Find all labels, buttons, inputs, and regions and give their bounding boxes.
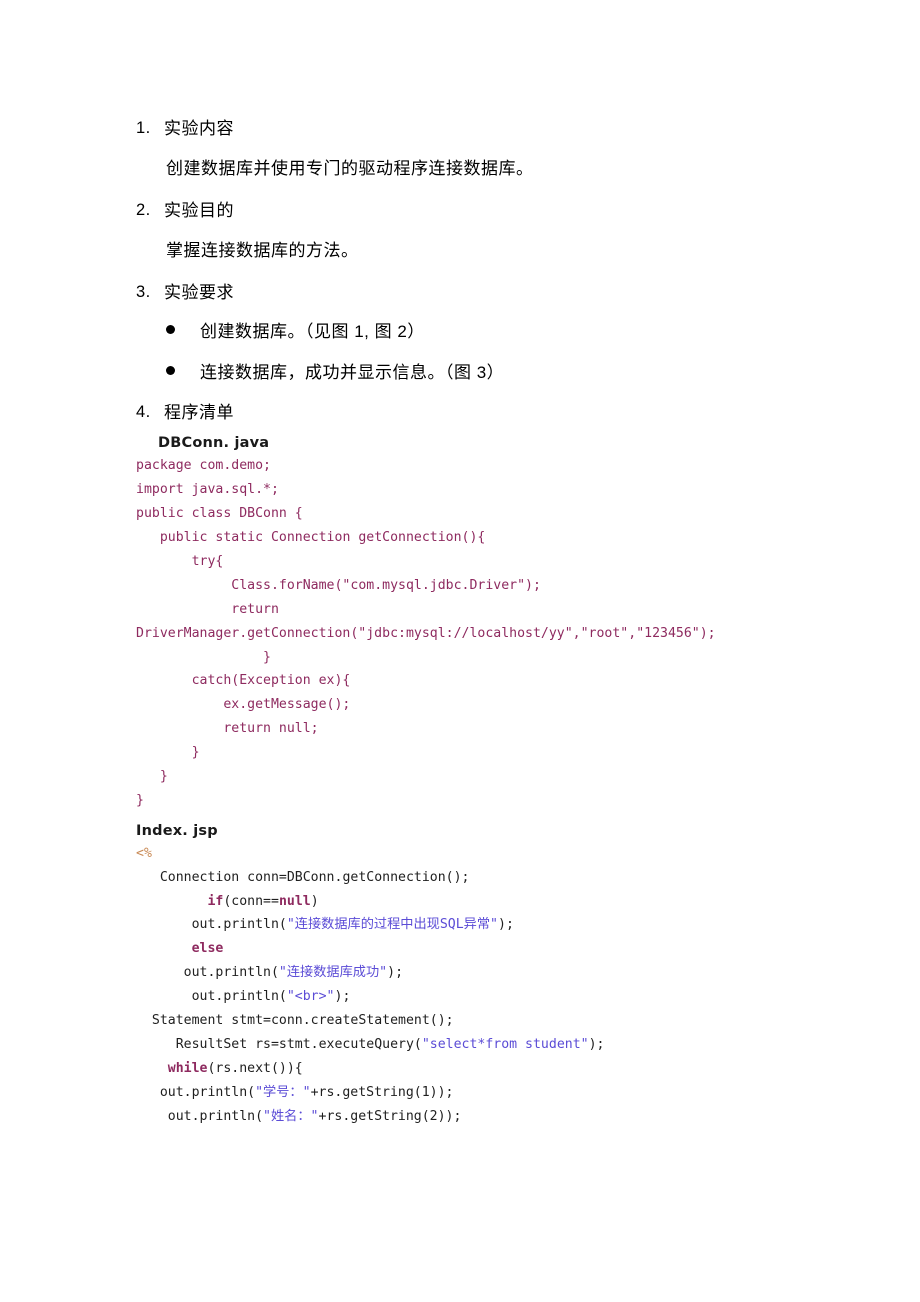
code-line: } [136,792,144,808]
code-line: out.println("姓名："+rs.getString(2)); [136,1108,462,1124]
code-line: while(rs.next()){ [167,1060,303,1076]
document-content: 1. 实验内容 创建数据库并使用专门的驱动程序连接数据库。 2. 实验目的 掌握… [136,118,836,1132]
code-line: ex.getMessage(); [136,697,351,713]
code-line: Statement stmt=conn.createStatement(); [136,1012,454,1028]
code-line: } [136,768,168,784]
section-heading-4: 4. 程序清单 [136,402,836,424]
code-line: else [191,941,224,957]
document-page: 1. 实验内容 创建数据库并使用专门的驱动程序连接数据库。 2. 实验目的 掌握… [0,0,920,1302]
list-item: 创建数据库。（见图 1, 图 2） [166,321,836,343]
code-listing-filename-index: Index. jsp [136,822,218,839]
code-line: DriverManager.getConnection("jdbc:mysql:… [136,625,716,641]
section-title: 实验要求 [164,282,234,302]
section-marker: 4. [136,402,151,421]
code-line: try{ [136,553,224,569]
code-line: } [136,745,200,761]
code-line: catch(Exception ex){ [136,673,351,689]
section-title: 实验目的 [164,200,234,220]
list-item: 连接数据库，成功并显示信息。（图 3） [166,362,836,384]
section-heading-2: 2. 实验目的 [136,200,836,222]
code-line: } [136,649,271,665]
code-line: if(conn==null) [207,893,319,909]
section-title: 程序清单 [164,402,234,422]
section-body-1: 创建数据库并使用专门的驱动程序连接数据库。 [166,158,534,178]
bullet-icon [166,362,200,384]
section-heading-3: 3. 实验要求 [136,282,836,304]
section-marker: 3. [136,282,151,301]
code-line: out.println("学号："+rs.getString(1)); [136,1084,454,1100]
section-body-2: 掌握连接数据库的方法。 [166,240,359,260]
section-heading-1: 1. 实验内容 [136,118,836,140]
code-line: return null; [136,721,319,737]
code-listing-dbconn: package com.demo; import java.sql.*; publi… [136,454,836,812]
code-line: out.println("连接数据库成功"); [136,965,404,981]
code-line: package com.demo; [136,458,271,474]
bullet-icon [166,321,200,343]
requirement-text: 创建数据库。（见图 1, 图 2） [200,322,425,342]
code-line: ResultSet rs=stmt.executeQuery("select*f… [136,1036,605,1052]
code-line: public class DBConn { [136,506,303,522]
code-line: public static Connection getConnection()… [136,530,486,546]
code-listing-index: <% Connection conn=DBConn.getConnection(… [136,842,836,1129]
code-line: <% [136,845,152,861]
code-line: import java.sql.*; [136,482,279,498]
code-line: Connection conn=DBConn.getConnection(); [136,869,470,885]
code-line: out.println("连接数据库的过程中出现SQL异常"); [136,917,514,933]
code-listing-filename-dbconn: DBConn. java [158,435,270,452]
section-marker: 1. [136,119,151,137]
requirement-text: 连接数据库，成功并显示信息。（图 3） [200,362,505,382]
requirements-list: 创建数据库。（见图 1, 图 2） 连接数据库，成功并显示信息。（图 3） [136,321,836,383]
code-line: Class.forName("com.mysql.jdbc.Driver"); [136,577,541,593]
code-line: out.println("<br>"); [136,989,351,1005]
code-line: return [136,601,279,617]
section-title: 实验内容 [164,119,234,138]
section-marker: 2. [136,200,151,219]
